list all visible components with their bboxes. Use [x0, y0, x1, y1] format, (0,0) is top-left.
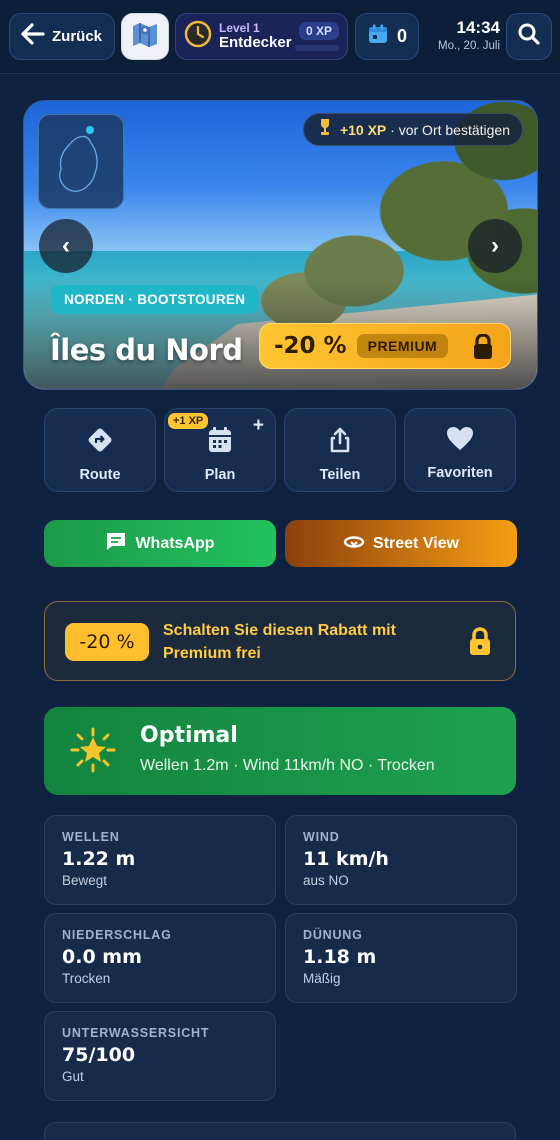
clock: 14:34 Mo., 20. Juli — [420, 18, 500, 52]
search-button[interactable] — [506, 13, 552, 60]
plan-label: Plan — [204, 467, 236, 483]
map-icon — [129, 18, 161, 55]
route-button[interactable]: Route — [44, 408, 156, 492]
stat-sub: Mäßig — [303, 971, 341, 986]
stat-card-swell: DÜNUNG 1.18 m Mäßig — [285, 913, 517, 1003]
stat-label: DÜNUNG — [303, 928, 363, 942]
next-section-card — [44, 1122, 516, 1140]
stat-card-visibility: UNTERWASSERSICHT 75/100 Gut — [44, 1011, 276, 1101]
top-bar: Zurück Level 1 Entdecker 0 XP 0 14:34 Mo… — [0, 0, 560, 74]
clock-icon — [184, 20, 212, 53]
mini-map[interactable] — [38, 114, 124, 209]
current-date: Mo., 20. Juli — [438, 40, 500, 52]
stat-label: WIND — [303, 830, 340, 844]
whatsapp-label: WhatsApp — [135, 534, 215, 552]
xp-progress-bar — [295, 45, 339, 51]
chevron-left-icon: ‹ — [62, 232, 70, 259]
share-icon — [327, 426, 353, 459]
plan-xp-badge: +1 XP — [168, 413, 209, 429]
stat-value: 11 km/h — [303, 848, 389, 870]
trophy-icon — [318, 118, 332, 141]
plan-button[interactable]: +1 XP + Plan — [164, 408, 276, 492]
stat-sub: aus NO — [303, 873, 349, 888]
discount-value: -20 % — [274, 333, 347, 359]
region-tag: NORDEN · BOOTSTOUREN — [51, 285, 259, 314]
stat-sub: Trocken — [62, 971, 111, 986]
xp-reward-amount: +10 XP — [339, 121, 387, 138]
premium-unlock-banner[interactable]: -20 % Schalten Sie diesen Rabatt mit Pre… — [44, 601, 516, 681]
street-view-label: Street View — [373, 534, 459, 552]
street-view-icon — [343, 532, 365, 555]
stat-label: UNTERWASSERSICHT — [62, 1026, 210, 1040]
stat-sub: Gut — [62, 1069, 84, 1084]
condition-status: Optimal — [140, 723, 238, 748]
promo-discount: -20 % — [65, 623, 149, 661]
level-button[interactable]: Level 1 Entdecker 0 XP — [175, 13, 348, 60]
route-icon — [86, 426, 114, 459]
premium-label: PREMIUM — [356, 334, 449, 358]
stat-value: 1.22 m — [62, 848, 136, 870]
route-label: Route — [79, 467, 121, 483]
heart-icon — [446, 426, 474, 457]
back-label: Zurück — [52, 28, 103, 45]
next-photo-button[interactable]: › — [468, 219, 522, 273]
whatsapp-button[interactable]: WhatsApp — [44, 520, 276, 567]
back-arrow-icon — [20, 22, 46, 51]
favorites-button[interactable]: Favoriten — [404, 408, 516, 492]
favorites-label: Favoriten — [427, 465, 493, 481]
previous-photo-button[interactable]: ‹ — [39, 219, 93, 273]
spot-hero-card[interactable]: +10 XP · vor Ort bestätigen ‹ › NORDEN ·… — [23, 100, 538, 390]
stat-value: 75/100 — [62, 1044, 136, 1066]
stat-card-precipitation: NIEDERSCHLAG 0.0 mm Trocken — [44, 913, 276, 1003]
current-time: 14:34 — [456, 18, 500, 37]
map-button[interactable] — [121, 13, 169, 60]
calendar-count: 0 — [396, 26, 407, 46]
calendar-button[interactable]: 0 — [355, 13, 419, 60]
lock-icon — [468, 627, 492, 662]
stat-label: WELLEN — [62, 830, 120, 844]
share-button[interactable]: Teilen — [284, 408, 396, 492]
stat-value: 0.0 mm — [62, 946, 142, 968]
xp-reward-badge: +10 XP · vor Ort bestätigen — [302, 113, 523, 146]
stat-card-wind: WIND 11 km/h aus NO — [285, 815, 517, 905]
street-view-button[interactable]: Street View — [285, 520, 517, 567]
chat-icon — [105, 531, 127, 556]
stat-card-waves: WELLEN 1.22 m Bewegt — [44, 815, 276, 905]
spot-title: Îles du Nord — [50, 333, 243, 367]
stat-label: NIEDERSCHLAG — [62, 928, 172, 942]
back-button[interactable]: Zurück — [9, 13, 115, 60]
conditions-card: Optimal Wellen 1.2m · Wind 11km/h NO · T… — [44, 707, 516, 795]
promo-text: Schalten Sie diesen Rabatt mit Premium f… — [163, 622, 396, 662]
lock-icon — [472, 333, 494, 365]
level-name: Entdecker — [219, 33, 292, 51]
xp-counter: 0 XP — [298, 22, 339, 40]
stat-sub: Bewegt — [62, 873, 108, 888]
stat-value: 1.18 m — [303, 946, 377, 968]
plus-icon: + — [252, 415, 264, 436]
premium-discount-badge[interactable]: -20 % PREMIUM — [259, 323, 511, 369]
chevron-right-icon: › — [491, 232, 499, 259]
sun-icon — [70, 727, 116, 778]
calendar-icon — [367, 23, 389, 50]
search-icon — [517, 22, 541, 51]
share-label: Teilen — [319, 467, 361, 483]
xp-reward-text: · vor Ort bestätigen — [390, 121, 510, 138]
condition-summary: Wellen 1.2m · Wind 11km/h NO · Trocken — [140, 757, 435, 774]
calendar-plan-icon — [207, 426, 233, 459]
